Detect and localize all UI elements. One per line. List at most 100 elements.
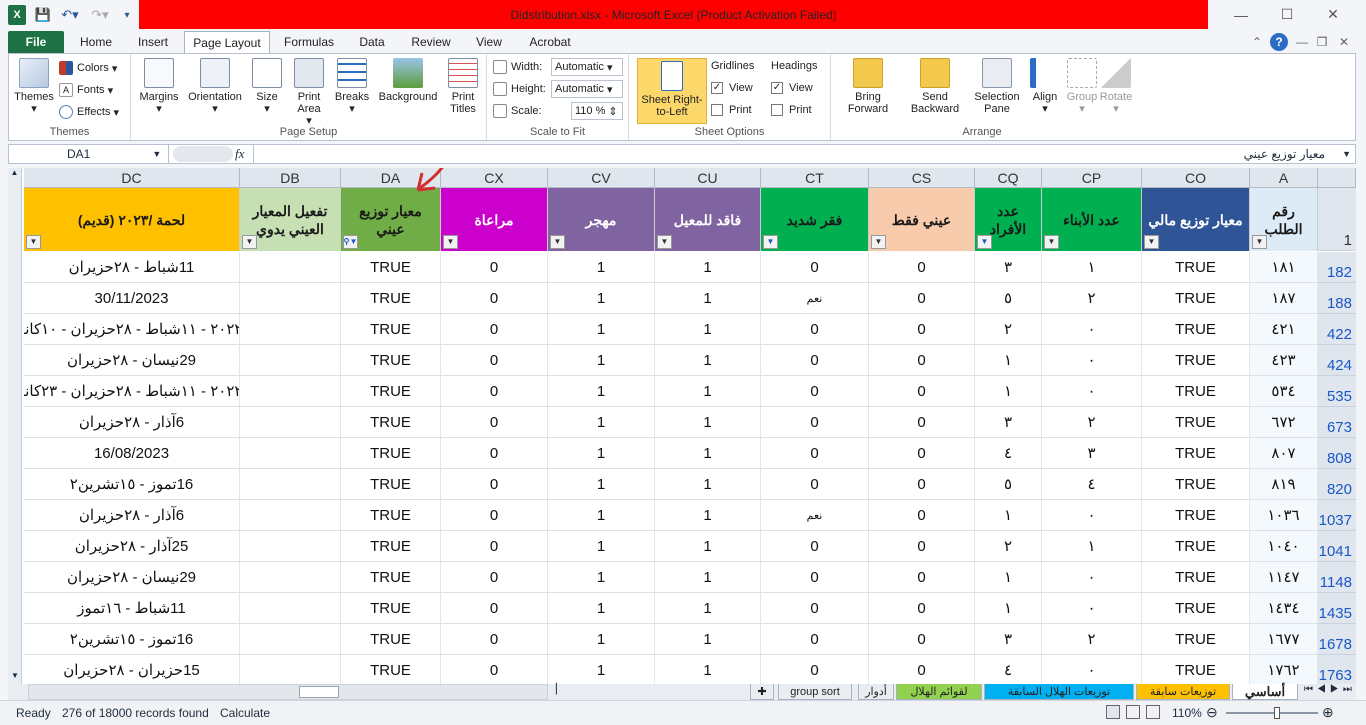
workbook-restore-icon[interactable]: ❐ [1314, 31, 1330, 53]
table-cell[interactable]: ٨٠٧ [1250, 438, 1318, 469]
table-cell[interactable]: 1 [548, 407, 655, 438]
table-cell[interactable]: TRUE [341, 376, 441, 407]
workbook-minimize-icon[interactable]: — [1294, 31, 1310, 53]
table-cell[interactable]: ١١٤٧ [1250, 562, 1318, 593]
table-cell[interactable]: TRUE [341, 593, 441, 624]
table-cell[interactable]: ٣ [975, 407, 1042, 438]
table-cell[interactable]: TRUE [341, 407, 441, 438]
sheet-tab[interactable]: group sort [778, 684, 852, 700]
filter-dropdown-icon[interactable]: ▼ [977, 235, 992, 249]
tab-view[interactable]: View [464, 31, 514, 53]
zoom-in-icon[interactable]: ⊕ [1322, 704, 1334, 721]
send-backward-button[interactable]: Send Backward [903, 58, 967, 115]
table-cell[interactable]: 0 [761, 469, 869, 500]
table-cell[interactable]: 1 [655, 593, 761, 624]
table-cell[interactable]: ٠ [1042, 655, 1142, 684]
table-cell[interactable]: 11شباط - ٢٨حزيران [24, 252, 240, 283]
print-area-button[interactable]: Print Area ▾ [289, 58, 329, 127]
column-header-ct[interactable]: CT [761, 168, 869, 188]
filter-active-icon[interactable]: ▼⚲ [343, 235, 358, 249]
row-header[interactable]: 422 [1318, 314, 1356, 345]
table-cell[interactable]: ١ [975, 376, 1042, 407]
width-combo[interactable]: Automatic ▾ [551, 58, 623, 76]
save-icon[interactable]: 💾 [34, 5, 52, 25]
formula-bar-resize-handle[interactable] [173, 146, 233, 162]
table-cell[interactable]: 0 [761, 345, 869, 376]
effects-button[interactable]: Effects ▾ [59, 102, 119, 122]
tab-page-layout[interactable]: Page Layout [184, 31, 270, 54]
table-cell[interactable] [240, 283, 341, 314]
table-cell[interactable]: 0 [441, 376, 548, 407]
table-cell[interactable]: 0 [441, 252, 548, 283]
table-cell[interactable]: ١ [1042, 531, 1142, 562]
help-icon[interactable]: ? [1270, 33, 1288, 51]
table-cell[interactable]: ٤ [1042, 469, 1142, 500]
header-cell-cp[interactable]: عدد الأبناء ▼ [1042, 188, 1142, 251]
table-cell[interactable]: 0 [441, 655, 548, 684]
table-cell[interactable]: 1 [655, 376, 761, 407]
table-cell[interactable]: 0 [761, 562, 869, 593]
insert-sheet-icon[interactable]: ✚ [750, 684, 774, 700]
table-cell[interactable]: TRUE [341, 345, 441, 376]
table-cell[interactable]: ٢ [975, 531, 1042, 562]
column-header-a[interactable]: A [1250, 168, 1318, 188]
table-cell[interactable]: 0 [441, 314, 548, 345]
sheet-tab[interactable]: لقوائم الهلال [896, 684, 982, 700]
table-cell[interactable]: ٣ [1042, 438, 1142, 469]
table-cell[interactable] [240, 469, 341, 500]
tab-formulas[interactable]: Formulas [276, 31, 342, 53]
undo-icon[interactable]: ↶▾ [58, 5, 82, 25]
table-cell[interactable]: 1 [548, 376, 655, 407]
table-cell[interactable]: TRUE [341, 469, 441, 500]
tab-insert[interactable]: Insert [126, 31, 180, 53]
table-cell[interactable]: ٠ [1042, 376, 1142, 407]
table-cell[interactable]: ٥٣٤ [1250, 376, 1318, 407]
table-cell[interactable]: 0 [869, 407, 975, 438]
breaks-button[interactable]: Breaks ▾ [331, 58, 373, 115]
table-cell[interactable]: 1 [548, 283, 655, 314]
row-header[interactable]: 1041 [1318, 531, 1356, 562]
headings-print-checkbox[interactable]: Print [771, 100, 812, 120]
table-cell[interactable]: TRUE [341, 624, 441, 655]
table-cell[interactable]: 0 [869, 500, 975, 531]
row-header[interactable]: 188 [1318, 283, 1356, 314]
table-cell[interactable]: 0 [441, 469, 548, 500]
table-cell[interactable] [240, 593, 341, 624]
sheet-tab[interactable]: توزيعات الهلال السابقة [984, 684, 1134, 700]
table-cell[interactable]: 1 [655, 438, 761, 469]
table-cell[interactable]: 1 [655, 469, 761, 500]
normal-view-icon[interactable] [1106, 705, 1120, 719]
table-cell[interactable]: TRUE [1142, 624, 1250, 655]
header-cell-co[interactable]: معيار توزيع مالي ▼ [1142, 188, 1250, 251]
customize-qat-icon[interactable]: ▾ [120, 5, 134, 25]
table-cell[interactable]: 1 [655, 283, 761, 314]
table-cell[interactable] [240, 655, 341, 684]
tab-split-handle[interactable]: ▏ [556, 684, 564, 695]
table-cell[interactable]: ٤ [975, 655, 1042, 684]
zoom-slider-thumb[interactable] [1274, 707, 1280, 719]
table-cell[interactable]: 0 [869, 593, 975, 624]
zoom-out-icon[interactable]: ⊖ [1206, 704, 1218, 721]
row-header[interactable]: 1763 [1318, 655, 1356, 684]
table-cell[interactable]: ١٨١ [1250, 252, 1318, 283]
table-cell[interactable]: TRUE [1142, 407, 1250, 438]
gridlines-print-checkbox[interactable]: Print [711, 100, 752, 120]
table-cell[interactable]: TRUE [1142, 655, 1250, 684]
table-cell[interactable]: TRUE [341, 655, 441, 684]
table-cell[interactable]: 1 [548, 314, 655, 345]
table-cell[interactable]: ٨١٩ [1250, 469, 1318, 500]
table-cell[interactable]: 1 [548, 562, 655, 593]
table-cell[interactable]: ت٢٠٢٢ - ١١شباط - ٢٨حزيران - ١٠كانون [24, 314, 240, 345]
table-cell[interactable]: 0 [441, 438, 548, 469]
workbook-close-icon[interactable]: ✕ [1336, 31, 1352, 53]
header-cell-dc[interactable]: لحمة /٢٠٢٣ (قديم) ▼ [24, 188, 240, 251]
table-cell[interactable]: 1 [548, 469, 655, 500]
table-cell[interactable] [240, 376, 341, 407]
table-cell[interactable]: ٠ [1042, 500, 1142, 531]
table-cell[interactable]: 0 [441, 593, 548, 624]
table-cell[interactable]: TRUE [1142, 593, 1250, 624]
sheet-tab[interactable]: أساسي [1232, 684, 1298, 700]
table-cell[interactable] [240, 438, 341, 469]
table-cell[interactable]: ٢ [975, 314, 1042, 345]
sheet-right-to-left-button[interactable]: Sheet Right-to-Left [637, 58, 707, 124]
